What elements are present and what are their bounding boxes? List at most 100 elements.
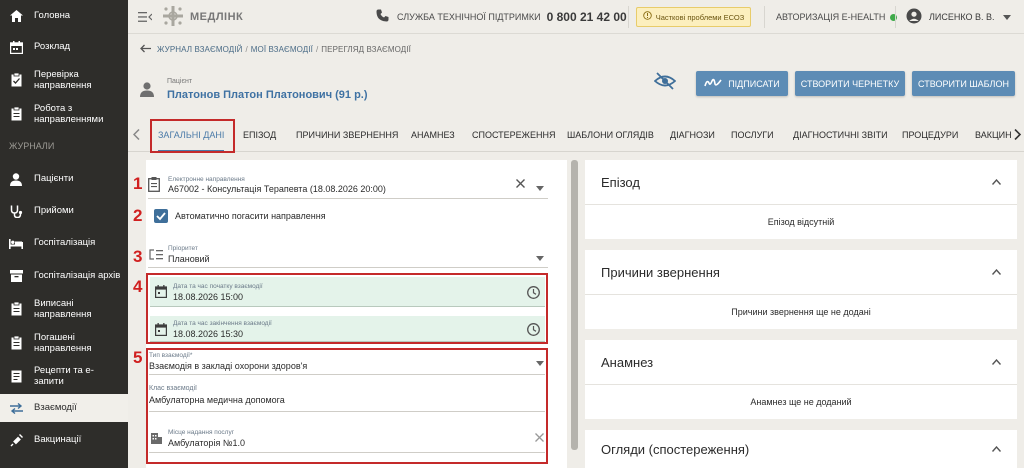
archive-icon bbox=[9, 269, 23, 283]
highlight-tab-general bbox=[150, 119, 235, 153]
card-anamnesis-header[interactable]: Анамнез bbox=[585, 340, 1017, 385]
chevron-up-icon[interactable] bbox=[991, 177, 1002, 188]
priority-select[interactable]: Плановий bbox=[168, 254, 210, 264]
breadcrumb-separator: / bbox=[245, 44, 248, 54]
sidebar-item-issued-referrals[interactable]: Виписані направлення bbox=[0, 295, 128, 323]
chevron-down-icon[interactable] bbox=[536, 183, 544, 194]
priority-label: Пріоритет bbox=[168, 245, 198, 252]
card-episode-header[interactable]: Епізод bbox=[585, 160, 1017, 205]
sign-button[interactable]: ПІДПИСАТИ bbox=[696, 71, 788, 96]
sidebar-item-interactions[interactable]: Взаємодії bbox=[0, 394, 128, 422]
auto-close-checkbox[interactable] bbox=[154, 209, 168, 223]
card-episode-body: Епізод відсутній bbox=[585, 205, 1017, 239]
create-draft-button[interactable]: СТВОРИТИ ЧЕРНЕТКУ bbox=[795, 71, 905, 96]
hide-data-icon[interactable] bbox=[653, 72, 677, 93]
syringe-icon bbox=[9, 433, 23, 447]
user-menu[interactable]: ЛИСЕНКО В. В. bbox=[906, 0, 1011, 34]
eco-warning-badge[interactable]: Часткові проблеми ЕСОЗ bbox=[636, 7, 751, 27]
sign-button-label: ПІДПИСАТИ bbox=[728, 78, 780, 89]
tab-episode[interactable]: ЕПІЗОД bbox=[243, 118, 276, 152]
home-icon bbox=[9, 9, 23, 23]
chevron-up-icon[interactable] bbox=[991, 267, 1002, 278]
sidebar-item-patients[interactable]: Пацієнти bbox=[0, 167, 128, 191]
sidebar-item-label: Перевірка направлення bbox=[34, 68, 92, 92]
bed-icon bbox=[9, 236, 23, 250]
tab-bar: ЗАГАЛЬНІ ДАНІ ЕПІЗОД ПРИЧИНИ ЗВЕРНЕННЯ А… bbox=[128, 118, 1024, 152]
sidebar-item-home[interactable]: Головна bbox=[0, 4, 128, 28]
field-underline bbox=[148, 198, 548, 199]
logo: МЕДЛІНК bbox=[162, 0, 243, 34]
sidebar: Головна Розклад Перевірка направлення Ро… bbox=[0, 0, 128, 468]
create-template-label: СТВОРИТИ ШАБЛОН bbox=[918, 78, 1009, 89]
breadcrumb-item: ПЕРЕГЛЯД ВЗАЄМОДІЇ bbox=[321, 44, 411, 54]
tab-diagnostic-reports[interactable]: ДІАГНОСТИЧНІ ЗВІТИ bbox=[793, 118, 888, 152]
menu-collapse-icon[interactable] bbox=[138, 0, 152, 34]
phone-icon bbox=[376, 9, 389, 25]
card-reasons-header[interactable]: Причини звернення bbox=[585, 250, 1017, 295]
sidebar-item-label: Робота з направленнями bbox=[34, 102, 104, 126]
tab-exam-templates[interactable]: ШАБЛОНИ ОГЛЯДІВ bbox=[567, 118, 654, 152]
ehealth-label: АВТОРИЗАЦІЯ E-HEALTH bbox=[776, 12, 886, 22]
chevron-up-icon[interactable] bbox=[991, 444, 1002, 455]
priority-icon bbox=[149, 249, 163, 263]
sidebar-item-referral-check[interactable]: Перевірка направлення bbox=[0, 66, 128, 94]
divider bbox=[764, 6, 765, 28]
clipboard-icon bbox=[9, 107, 23, 121]
tab-services[interactable]: ПОСЛУГИ bbox=[731, 118, 774, 152]
marker-number: 5 bbox=[133, 348, 143, 367]
stethoscope-icon bbox=[9, 204, 23, 218]
sidebar-item-label: Розклад bbox=[34, 41, 71, 53]
back-arrow-icon[interactable] bbox=[140, 44, 151, 55]
chevron-up-icon[interactable] bbox=[991, 357, 1002, 368]
support-label: СЛУЖБА ТЕХНІЧНОЇ ПІДТРИМКИ bbox=[397, 12, 541, 22]
tab-reasons[interactable]: ПРИЧИНИ ЗВЕРНЕННЯ bbox=[296, 118, 398, 152]
card-title: Огляди (спостереження) bbox=[601, 441, 750, 457]
tabs-scroll-right-icon[interactable] bbox=[1014, 128, 1022, 143]
create-template-button[interactable]: СТВОРИТИ ШАБЛОН bbox=[912, 71, 1015, 96]
sidebar-item-hospitalization[interactable]: Госпіталізація bbox=[0, 231, 128, 255]
person-icon bbox=[9, 172, 23, 186]
sidebar-item-referrals-work[interactable]: Робота з направленнями bbox=[0, 100, 128, 128]
card-observations-header[interactable]: Огляди (спостереження) bbox=[585, 430, 1017, 468]
tab-diagnoses[interactable]: ДІАГНОЗИ bbox=[670, 118, 715, 152]
sidebar-item-appointments[interactable]: Прийоми bbox=[0, 199, 128, 223]
swap-icon bbox=[9, 401, 23, 415]
warning-icon bbox=[642, 11, 652, 23]
clipboard-icon bbox=[9, 336, 23, 350]
tab-observations[interactable]: СПОСТЕРЕЖЕННЯ bbox=[472, 118, 556, 152]
referral-select[interactable]: А67002 - Консультація Терапевта (18.08.2… bbox=[168, 184, 386, 194]
card-title: Анамнез bbox=[601, 354, 654, 370]
sidebar-item-hospitalization-archive[interactable]: Госпіталізація архів bbox=[0, 264, 128, 288]
card-title: Причини звернення bbox=[601, 264, 720, 280]
breadcrumb-item[interactable]: МОЇ ВЗАЄМОДІЇ bbox=[251, 45, 313, 54]
eco-warning-text: Часткові проблеми ЕСОЗ bbox=[655, 12, 745, 22]
referral-label: Електронне направлення bbox=[168, 176, 245, 183]
sidebar-item-closed-referrals[interactable]: Погашені направлення bbox=[0, 329, 128, 357]
user-name: ЛИСЕНКО В. В. bbox=[929, 12, 995, 22]
breadcrumb-item[interactable]: ЖУРНАЛ ВЗАЄМОДІЙ bbox=[157, 45, 242, 54]
calendar-icon bbox=[9, 40, 23, 54]
sidebar-section-journals: ЖУРНАЛИ bbox=[9, 141, 55, 151]
ehealth-status[interactable]: АВТОРИЗАЦІЯ E-HEALTH bbox=[776, 0, 898, 34]
sidebar-item-label: Рецепти та е-запити bbox=[34, 364, 94, 388]
tab-procedures[interactable]: ПРОЦЕДУРИ bbox=[902, 118, 958, 152]
avatar-icon bbox=[906, 8, 922, 27]
sidebar-item-prescriptions[interactable]: Рецепти та е-запити bbox=[0, 362, 128, 390]
sidebar-item-schedule[interactable]: Розклад bbox=[0, 35, 128, 59]
chevron-down-icon bbox=[1002, 12, 1011, 23]
auto-close-label[interactable]: Автоматично погасити направлення bbox=[175, 211, 326, 221]
patient-name[interactable]: Платонов Платон Платонович (91 р.) bbox=[167, 89, 368, 101]
referral-doc-icon bbox=[148, 177, 160, 195]
sidebar-item-vaccinations[interactable]: Вакцинації bbox=[0, 428, 128, 452]
clear-icon[interactable] bbox=[516, 179, 525, 191]
scrollbar-thumb[interactable] bbox=[571, 160, 578, 450]
marker-number: 3 bbox=[133, 247, 143, 266]
divider bbox=[628, 6, 629, 28]
clipboard-icon bbox=[9, 302, 23, 316]
tabs-scroll-left-icon[interactable] bbox=[132, 128, 140, 143]
card-title: Епізод bbox=[601, 174, 640, 190]
clipboard-check-icon bbox=[9, 73, 23, 87]
chevron-down-icon[interactable] bbox=[536, 253, 544, 264]
tab-vaccinations[interactable]: ВАКЦИН bbox=[975, 118, 1011, 152]
tab-anamnesis[interactable]: АНАМНЕЗ bbox=[411, 118, 455, 152]
